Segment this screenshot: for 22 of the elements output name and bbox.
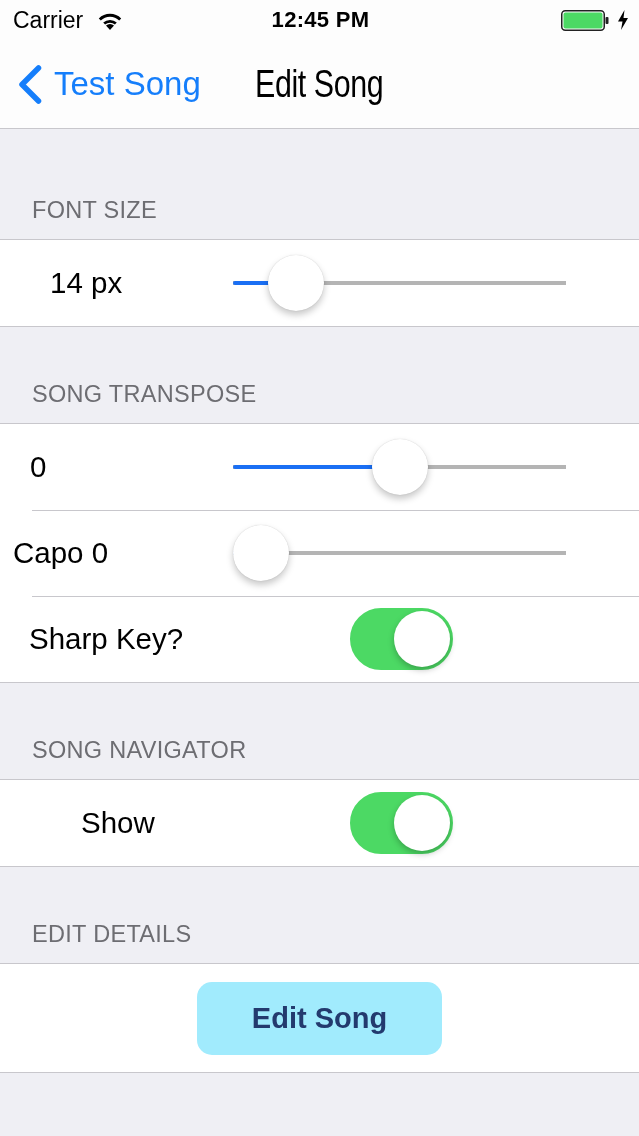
setting-label: Show	[81, 806, 155, 840]
battery-icon	[561, 9, 609, 31]
screen-title: Edit Song	[255, 62, 384, 106]
setting-label: Sharp Key?	[29, 622, 184, 656]
charging-bolt-icon	[618, 10, 628, 30]
section-header: SONG TRANSPOSE	[32, 381, 257, 408]
section-header: SONG NAVIGATOR	[32, 737, 247, 764]
status-time: 12:45 PM	[271, 7, 370, 33]
slider-thumb[interactable]	[233, 525, 289, 581]
slider-thumb[interactable]	[371, 439, 428, 495]
slider-value-label: 0	[30, 450, 47, 484]
section-header: FONT SIZE	[32, 197, 157, 224]
toggle-switch[interactable]	[350, 792, 453, 854]
slider-thumb[interactable]	[268, 255, 325, 311]
section-header: EDIT DETAILS	[32, 921, 192, 948]
toggle-switch[interactable]	[350, 608, 453, 670]
back-button[interactable]: Test Song	[17, 64, 201, 104]
slider-value-label: Capo 0	[13, 536, 109, 570]
carrier-name: Carrier	[13, 6, 84, 34]
back-chevron-icon	[17, 64, 42, 104]
slider-value-label: 14 px	[50, 266, 123, 300]
edit-song-button[interactable]: Edit Song	[197, 981, 442, 1055]
